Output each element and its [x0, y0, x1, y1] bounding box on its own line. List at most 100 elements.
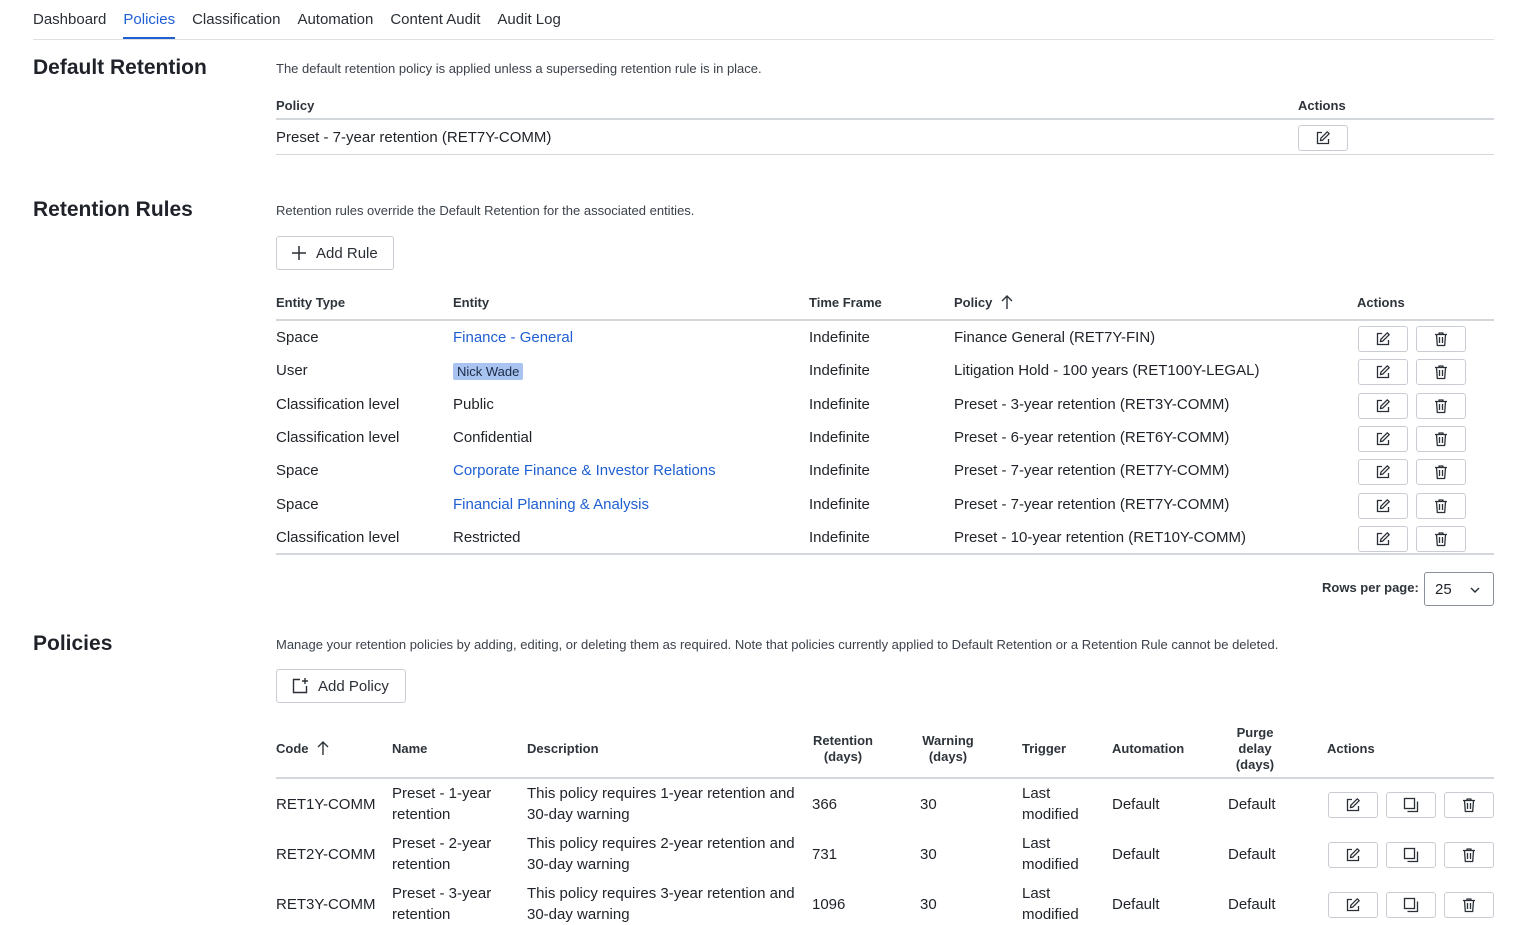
delete-policy-button[interactable] — [1444, 792, 1494, 818]
column-header-name[interactable]: Name — [392, 741, 427, 756]
edit-rule-button[interactable] — [1358, 425, 1408, 452]
policy-purge-delay: Default — [1228, 845, 1276, 863]
add-document-icon — [291, 677, 309, 695]
sort-ascending-icon[interactable] — [316, 740, 330, 756]
duplicate-icon — [1403, 897, 1419, 913]
rule-entity: Restricted — [453, 528, 521, 546]
trash-icon — [1435, 332, 1447, 347]
policies-description: Manage your retention policies by adding… — [276, 637, 1279, 652]
edit-rule-button[interactable] — [1358, 525, 1408, 552]
column-header-entity-type[interactable]: Entity Type — [276, 295, 345, 310]
rule-entity-type: Classification level — [276, 528, 400, 546]
delete-policy-button[interactable] — [1444, 892, 1494, 918]
tab-audit-log[interactable]: Audit Log — [497, 11, 560, 39]
rule-time-frame: Indefinite — [809, 329, 870, 346]
trash-icon — [1435, 498, 1447, 513]
duplicate-policy-button[interactable] — [1386, 792, 1436, 818]
delete-rule-button[interactable] — [1416, 425, 1466, 452]
edit-policy-button[interactable] — [1328, 842, 1378, 868]
user-chip: Nick Wade — [453, 363, 524, 381]
delete-policy-button[interactable] — [1444, 842, 1494, 868]
add-policy-button[interactable]: Add Policy — [276, 669, 406, 703]
purge-header-line-1: Purge — [1236, 725, 1274, 740]
rule-entity-type: Classification level — [276, 395, 400, 413]
tab-automation[interactable]: Automation — [297, 11, 373, 39]
retention-rules-description: Retention rules override the Default Ret… — [276, 203, 695, 218]
edit-rule-button[interactable] — [1358, 459, 1408, 486]
chevron-down-icon — [1470, 587, 1480, 593]
policy-code: RET3Y-COMM — [276, 895, 376, 913]
delete-rule-button[interactable] — [1416, 525, 1466, 552]
column-header-description[interactable]: Description — [527, 741, 599, 756]
rule-entity-type: Space — [276, 329, 319, 346]
column-header-trigger[interactable]: Trigger — [1022, 741, 1066, 756]
rule-policy: Preset - 7-year retention (RET7Y-COMM) — [954, 495, 1230, 513]
column-header-time-frame[interactable]: Time Frame — [809, 295, 882, 310]
delete-rule-button[interactable] — [1416, 326, 1466, 352]
edit-rule-button[interactable] — [1358, 492, 1408, 519]
rule-policy: Finance General (RET7Y-FIN) — [954, 329, 1156, 346]
purge-header-line-2: delay — [1238, 741, 1272, 756]
rule-entity-link[interactable]: Financial Planning & Analysis — [453, 496, 649, 513]
rule-entity-user[interactable]: Nick Wade — [453, 363, 524, 381]
sort-ascending-icon[interactable] — [1000, 294, 1014, 310]
tab-content-audit[interactable]: Content Audit — [390, 11, 480, 39]
default-retention-title: Default Retention — [33, 56, 207, 79]
edit-icon — [1376, 465, 1390, 479]
edit-rule-button[interactable] — [1358, 359, 1408, 386]
trash-icon — [1435, 365, 1447, 380]
policy-description: This policy requires 1-year retention an… — [527, 785, 795, 823]
edit-policy-button[interactable] — [1328, 792, 1378, 818]
row-divider — [276, 154, 1494, 155]
column-header-policy-sorted[interactable]: Policy — [954, 295, 992, 310]
tab-dashboard[interactable]: Dashboard — [33, 11, 106, 39]
edit-rule-button[interactable] — [1358, 392, 1408, 419]
rule-entity-link[interactable]: Finance - General — [453, 329, 573, 346]
delete-rule-button[interactable] — [1416, 459, 1466, 486]
warning-header-line-1: Warning — [922, 733, 974, 748]
delete-rule-button[interactable] — [1416, 392, 1466, 419]
rows-per-page-select[interactable]: 25 — [1424, 572, 1494, 606]
rule-time-frame: Indefinite — [809, 362, 870, 380]
retention-header-line-1: Retention — [813, 733, 873, 748]
policy-description: This policy requires 2-year retention an… — [527, 835, 795, 873]
policy-automation: Default — [1112, 895, 1160, 913]
default-policy-value: Preset - 7-year retention (RET7Y-COMM) — [276, 129, 552, 146]
column-header-actions: Actions — [1327, 741, 1375, 756]
rule-time-frame: Indefinite — [809, 462, 870, 480]
policy-trigger: Last modified — [1022, 835, 1079, 873]
duplicate-policy-button[interactable] — [1386, 842, 1436, 868]
column-header-policy: Policy — [276, 98, 315, 113]
rule-entity-type: Classification level — [276, 428, 400, 446]
delete-rule-button[interactable] — [1416, 359, 1466, 386]
rule-entity-link[interactable]: Corporate Finance & Investor Relations — [453, 462, 716, 479]
edit-icon — [1376, 531, 1390, 545]
delete-rule-button[interactable] — [1416, 492, 1466, 519]
table-bottom-divider — [276, 553, 1494, 555]
tab-classification[interactable]: Classification — [192, 11, 280, 39]
trash-icon — [1463, 898, 1475, 913]
duplicate-policy-button[interactable] — [1386, 892, 1436, 918]
edit-icon — [1346, 898, 1360, 912]
edit-icon — [1376, 398, 1390, 412]
edit-icon — [1316, 131, 1330, 145]
column-header-retention[interactable]: Retention (days) — [803, 733, 883, 765]
tab-policies[interactable]: Policies — [123, 11, 176, 39]
edit-rule-button[interactable] — [1358, 326, 1408, 352]
edit-policy-button[interactable] — [1328, 892, 1378, 918]
column-header-entity[interactable]: Entity — [453, 295, 489, 310]
purge-header-line-3: (days) — [1235, 757, 1275, 772]
add-rule-button[interactable]: Add Rule — [276, 236, 394, 270]
warning-header-line-2: (days) — [928, 749, 968, 764]
policy-name: Preset - 3-year retention — [392, 885, 492, 923]
edit-default-policy-button[interactable] — [1298, 125, 1348, 151]
rule-time-frame: Indefinite — [809, 495, 870, 513]
policy-retention-days: 366 — [812, 795, 838, 813]
column-header-automation[interactable]: Automation — [1112, 741, 1184, 756]
rows-per-page-label: Rows per page: — [1322, 580, 1419, 595]
policy-code: RET2Y-COMM — [276, 845, 376, 863]
duplicate-icon — [1403, 797, 1419, 813]
column-header-code-sorted[interactable]: Code — [276, 741, 309, 756]
column-header-purge-delay[interactable]: Purge delay (days) — [1220, 725, 1290, 773]
column-header-warning[interactable]: Warning (days) — [908, 733, 988, 765]
